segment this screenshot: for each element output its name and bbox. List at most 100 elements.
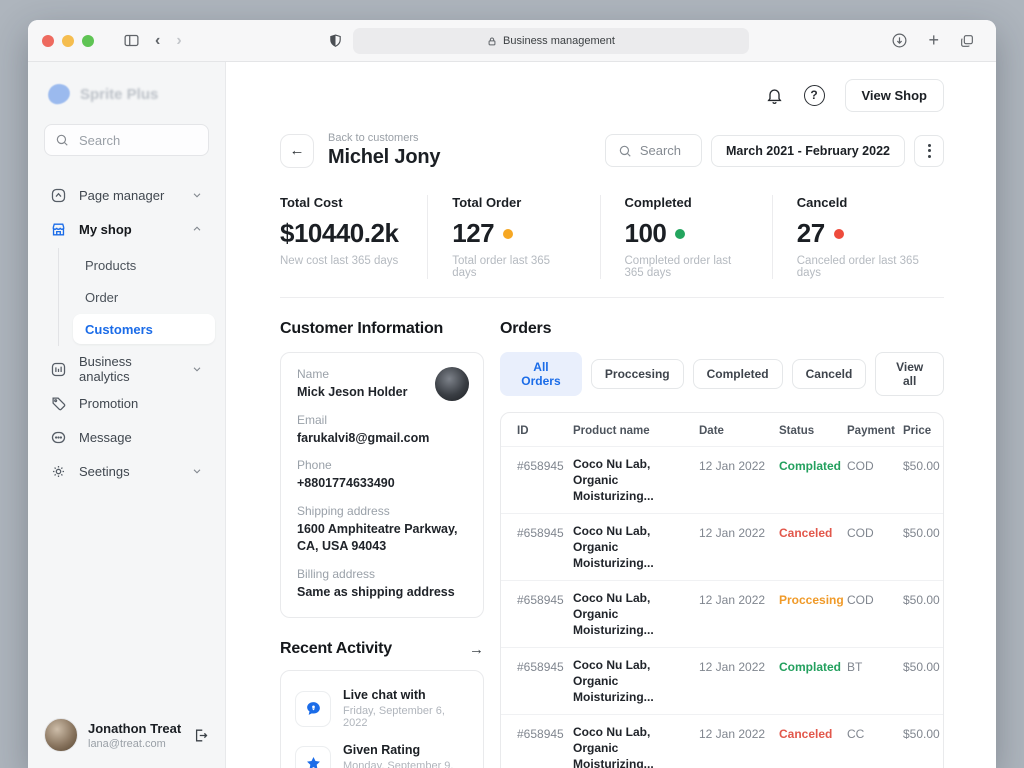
logout-icon[interactable]: [192, 727, 209, 744]
tab-completed[interactable]: Completed: [693, 359, 783, 389]
sidebar-item-products[interactable]: Products: [73, 250, 209, 280]
sidebar-item-settings[interactable]: Seetings: [44, 454, 209, 488]
table-row[interactable]: #658945 Coco Nu Lab, Organic Moisturizin…: [501, 647, 943, 714]
sidebar-item-label: Page manager: [79, 188, 164, 203]
tab-all-orders[interactable]: All Orders: [500, 352, 582, 396]
browser-toolbar: ‹ › Business management +: [28, 20, 996, 62]
order-price: $50.00: [903, 523, 940, 541]
search-input[interactable]: [77, 132, 198, 149]
tab-overview-icon[interactable]: [959, 33, 975, 49]
sidebar-item-promotion[interactable]: Promotion: [44, 386, 209, 420]
activity-date: Friday, September 6, 2022: [343, 705, 469, 729]
order-product: Coco Nu Lab, Organic Moisturizing...: [573, 590, 699, 638]
order-id: #658945: [517, 724, 573, 742]
field-label: Shipping address: [297, 504, 467, 518]
analytics-icon: [50, 361, 67, 378]
new-tab-icon[interactable]: +: [928, 30, 939, 51]
activity-item[interactable]: Live chat with Friday, September 6, 2022: [295, 681, 469, 736]
tab-processing[interactable]: Proccesing: [591, 359, 684, 389]
sidebar-item-page-manager[interactable]: Page manager: [44, 178, 209, 212]
back-button[interactable]: ←: [280, 134, 314, 168]
activity-item[interactable]: Given Rating Monday, September 9, 2022: [295, 736, 469, 768]
lock-icon: [487, 36, 497, 47]
chevron-up-icon: [191, 223, 203, 235]
close-window-button[interactable]: [42, 35, 54, 47]
field-value: Mick Jeson Holder: [297, 384, 427, 402]
zoom-window-button[interactable]: [82, 35, 94, 47]
date-range-button[interactable]: March 2021 - February 2022: [711, 135, 905, 167]
activity-date: Monday, September 9, 2022: [343, 760, 469, 768]
order-price: $50.00: [903, 456, 940, 474]
table-row[interactable]: #658945 Coco Nu Lab, Organic Moisturizin…: [501, 513, 943, 580]
page-title: Michel Jony: [328, 146, 440, 169]
shield-icon[interactable]: [328, 33, 343, 49]
logo-icon: [47, 83, 72, 106]
user-name: Jonathon Treat: [88, 721, 181, 736]
user-profile[interactable]: Jonathon Treat lana@treat.com: [44, 718, 209, 752]
view-all-button[interactable]: View all: [875, 352, 944, 396]
sidebar-item-business-analytics[interactable]: Business analytics: [44, 352, 209, 386]
stat-label: Total Order: [452, 195, 575, 210]
order-product: Coco Nu Lab, Organic Moisturizing...: [573, 523, 699, 571]
logo-text: Sprite Plus: [80, 86, 158, 103]
sidebar-item-label: Promotion: [79, 396, 138, 411]
stat-subtext: Total order last 365 days: [452, 255, 575, 279]
order-payment: CC: [847, 724, 903, 742]
address-bar[interactable]: Business management: [353, 28, 749, 54]
order-id: #658945: [517, 657, 573, 675]
live-chat-icon: [295, 691, 331, 727]
sidebar-item-label: My shop: [79, 222, 132, 237]
col-date: Date: [699, 425, 779, 437]
sidebar-item-order[interactable]: Order: [73, 282, 209, 312]
customer-avatar: [435, 367, 469, 401]
search-icon: [55, 133, 69, 147]
order-status: Canceled: [779, 724, 847, 742]
sidebar-item-label: Message: [79, 430, 132, 445]
notifications-bell-icon[interactable]: [765, 86, 784, 105]
app-logo[interactable]: Sprite Plus: [44, 84, 209, 104]
table-row[interactable]: #658945 Coco Nu Lab, Organic Moisturizin…: [501, 446, 943, 513]
url-area: Business management: [328, 20, 749, 62]
activity-arrow-icon[interactable]: →: [469, 641, 484, 658]
tag-icon: [50, 395, 67, 412]
col-product-name: Product name: [573, 425, 699, 437]
tab-canceled[interactable]: Canceld: [792, 359, 867, 389]
view-shop-button[interactable]: View Shop: [845, 79, 945, 112]
order-product: Coco Nu Lab, Organic Moisturizing...: [573, 456, 699, 504]
table-row[interactable]: #658945 Coco Nu Lab, Organic Moisturizin…: [501, 580, 943, 647]
orange-dot-icon: [503, 229, 513, 239]
stat-subtext: Canceled order last 365 days: [797, 255, 920, 279]
stat-total-order: Total Order 127 Total order last 365 day…: [427, 195, 599, 279]
order-payment: COD: [847, 590, 903, 608]
sidebar-item-message[interactable]: Message: [44, 420, 209, 454]
order-status: Canceled: [779, 523, 847, 541]
sidebar-item-my-shop[interactable]: My shop: [44, 212, 209, 246]
minimize-window-button[interactable]: [62, 35, 74, 47]
avatar: [44, 718, 78, 752]
stat-total-cost: Total Cost $10440.2k New cost last 365 d…: [280, 195, 427, 279]
order-date: 12 Jan 2022: [699, 590, 779, 608]
browser-back-button[interactable]: ‹: [155, 33, 160, 49]
sub-item-label: Customers: [85, 322, 153, 337]
browser-forward-button[interactable]: ›: [176, 33, 181, 49]
search-button[interactable]: Search: [605, 134, 702, 167]
more-options-button[interactable]: [914, 135, 944, 167]
activity-title: Given Rating: [343, 743, 469, 757]
browser-sidebar-icon[interactable]: [123, 32, 140, 49]
col-payment: Payment: [847, 425, 903, 437]
field-label: Billing address: [297, 567, 467, 581]
order-id: #658945: [517, 456, 573, 474]
stat-canceled: Canceld 27 Canceled order last 365 days: [772, 195, 944, 279]
search-icon: [618, 144, 632, 158]
sidebar-item-customers[interactable]: Customers: [73, 314, 215, 344]
table-header-row: ID Product name Date Status Payment Pric…: [501, 413, 943, 446]
activity-title: Live chat with: [343, 688, 469, 702]
table-row[interactable]: #658945 Coco Nu Lab, Organic Moisturizin…: [501, 714, 943, 768]
stat-label: Completed: [625, 195, 748, 210]
order-id: #658945: [517, 523, 573, 541]
downloads-icon[interactable]: [891, 32, 908, 49]
breadcrumb[interactable]: Back to customers: [328, 132, 440, 144]
page-header: ← Back to customers Michel Jony Search M…: [280, 132, 944, 169]
help-icon[interactable]: ?: [804, 85, 825, 106]
stat-subtext: New cost last 365 days: [280, 255, 403, 267]
